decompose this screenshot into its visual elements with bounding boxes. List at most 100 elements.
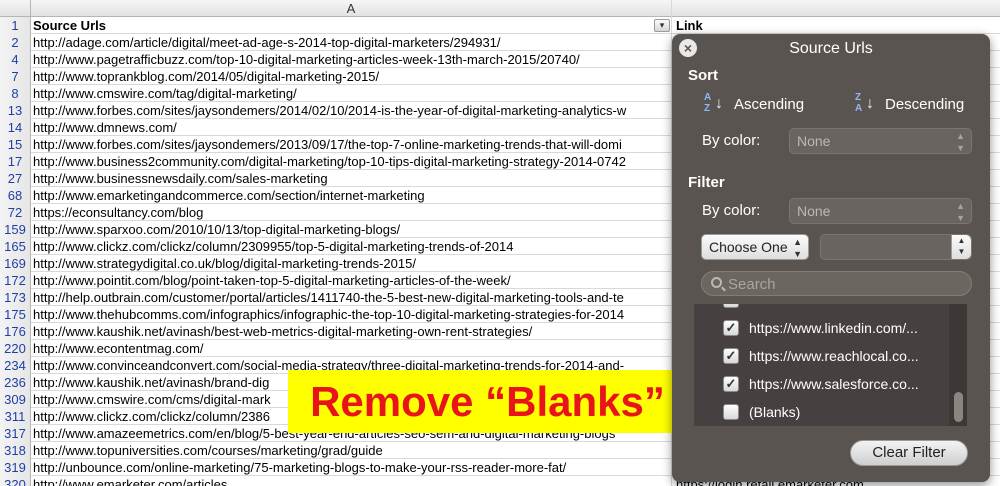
- cell-source-url[interactable]: http://www.pagetrafficbuzz.com/top-10-di…: [33, 51, 671, 68]
- sort-descending-label: Descending: [885, 95, 965, 113]
- cell-source-url[interactable]: http://www.cmswire.com/tag/digital-marke…: [33, 85, 671, 102]
- checkbox[interactable]: ✓: [723, 320, 739, 336]
- cell-source-url[interactable]: http://www.pointit.com/blog/point-taken-…: [33, 272, 671, 289]
- filter-by-color-value: None: [797, 203, 831, 219]
- filter-by-color-select[interactable]: None ▲ ▼: [789, 198, 972, 224]
- filter-popover: × Source Urls Sort A Z ↓ Ascending Z A ↓ Des…: [672, 34, 990, 482]
- remove-blanks-callout: Remove “Blanks”: [288, 370, 687, 433]
- checkbox[interactable]: ✓: [723, 376, 739, 392]
- row-number[interactable]: 165: [0, 238, 31, 255]
- row-number[interactable]: 13: [0, 102, 31, 119]
- row-number[interactable]: 15: [0, 136, 31, 153]
- cell-source-url[interactable]: http://www.emarketingandcommerce.com/sec…: [33, 187, 671, 204]
- row-number[interactable]: 311: [0, 408, 31, 425]
- sort-by-color-value: None: [797, 133, 831, 149]
- cell-source-url[interactable]: http://www.toprankblog.com/2014/05/digit…: [33, 68, 671, 85]
- row-number[interactable]: 173: [0, 289, 31, 306]
- chevron-updown-icon: ▲ ▼: [793, 237, 802, 259]
- search-box[interactable]: [701, 271, 972, 296]
- row-number[interactable]: 234: [0, 357, 31, 374]
- row-number[interactable]: 169: [0, 255, 31, 272]
- row-number[interactable]: 7: [0, 68, 31, 85]
- row-number[interactable]: 172: [0, 272, 31, 289]
- row-number[interactable]: 320: [0, 476, 31, 486]
- scrollbar-thumb[interactable]: [954, 392, 963, 422]
- list-item-label: https://www.linkedin.com/...: [749, 320, 918, 336]
- row-number[interactable]: 1: [0, 17, 31, 34]
- sort-by-color-label: By color:: [702, 132, 761, 149]
- filter-by-color-label: By color:: [702, 202, 761, 219]
- list-item[interactable]: ✓ https://www.reachlocal.co...: [694, 342, 949, 370]
- checkbox[interactable]: [723, 404, 739, 420]
- search-input[interactable]: [728, 274, 963, 294]
- cell-source-url[interactable]: https://econsultancy.com/blog: [33, 204, 671, 221]
- filter-dropdown-button[interactable]: ▾: [654, 19, 670, 32]
- cell-source-url[interactable]: http://www.emarketer.com/articles: [33, 476, 671, 486]
- value-stepper[interactable]: ▲ ▼: [951, 235, 971, 259]
- select-all-corner[interactable]: [0, 0, 31, 17]
- condition-value-field[interactable]: ▲ ▼: [820, 234, 972, 260]
- row-number[interactable]: 17: [0, 153, 31, 170]
- cell-source-url[interactable]: http://www.clickz.com/clickz/column/2309…: [33, 238, 671, 255]
- search-icon: [711, 277, 722, 288]
- clear-filter-button[interactable]: Clear Filter: [850, 440, 968, 466]
- row-number[interactable]: 8: [0, 85, 31, 102]
- checkbox[interactable]: [723, 304, 739, 308]
- cell-source-url[interactable]: http://www.forbes.com/sites/jaysondemers…: [33, 102, 671, 119]
- cell-source-url[interactable]: http://www.sparxoo.com/2010/10/13/top-di…: [33, 221, 671, 238]
- sort-descending-icon: Z A ↓: [855, 92, 874, 114]
- row-number[interactable]: 317: [0, 425, 31, 442]
- sort-ascending-button[interactable]: A Z ↓ Ascending: [704, 92, 804, 116]
- condition-select-value: Choose One: [709, 239, 788, 255]
- list-item[interactable]: ✓ https://www.salesforce.co...: [694, 370, 949, 398]
- column-header-a[interactable]: A: [31, 0, 672, 17]
- sort-descending-button[interactable]: Z A ↓ Descending: [855, 92, 964, 116]
- row-number[interactable]: 14: [0, 119, 31, 136]
- list-item-label: https://www.salesforce.co...: [749, 376, 919, 392]
- cell-source-url[interactable]: http://www.dmnews.com/: [33, 119, 671, 136]
- row-number[interactable]: 4: [0, 51, 31, 68]
- cell-source-url[interactable]: http://unbounce.com/online-marketing/75-…: [33, 459, 671, 476]
- cell-source-url[interactable]: http://www.forbes.com/sites/jaysondemers…: [33, 136, 671, 153]
- sort-ascending-icon: A Z ↓: [704, 92, 723, 114]
- row-number[interactable]: 319: [0, 459, 31, 476]
- cell-source-url[interactable]: http://www.topuniversities.com/courses/m…: [33, 442, 671, 459]
- popover-title: Source Urls: [789, 40, 873, 57]
- row-number[interactable]: 176: [0, 323, 31, 340]
- sort-heading: Sort: [688, 67, 718, 84]
- chevron-updown-icon: ▲ ▼: [956, 131, 965, 153]
- list-item[interactable]: [694, 304, 949, 314]
- list-scrollbar[interactable]: [949, 304, 967, 426]
- row-number[interactable]: 27: [0, 170, 31, 187]
- cell-source-url[interactable]: http://www.thehubcomms.com/infographics/…: [33, 306, 671, 323]
- filter-funnel-icon: ▾: [659, 20, 665, 30]
- cell-source-url[interactable]: http://www.business2community.com/digita…: [33, 153, 671, 170]
- row-number[interactable]: 318: [0, 442, 31, 459]
- row-number[interactable]: 309: [0, 391, 31, 408]
- chevron-updown-icon: ▲ ▼: [956, 201, 965, 223]
- row-number[interactable]: 220: [0, 340, 31, 357]
- cell-source-url[interactable]: http://www.kaushik.net/avinash/best-web-…: [33, 323, 671, 340]
- row-number[interactable]: 236: [0, 374, 31, 391]
- filter-values-list: ✓ https://www.linkedin.com/... ✓ https://ww…: [694, 304, 949, 426]
- row-number[interactable]: 68: [0, 187, 31, 204]
- row-number[interactable]: 72: [0, 204, 31, 221]
- cell-source-url[interactable]: http://www.econtentmag.com/: [33, 340, 671, 357]
- sort-by-color-select[interactable]: None ▲ ▼: [789, 128, 972, 154]
- cell-link-header[interactable]: Link: [676, 17, 1000, 34]
- cell-source-url[interactable]: http://help.outbrain.com/customer/portal…: [33, 289, 671, 306]
- row-number[interactable]: 175: [0, 306, 31, 323]
- list-item-label: (Blanks): [749, 404, 801, 420]
- cell-source-urls-header[interactable]: Source Urls: [33, 17, 671, 34]
- condition-select[interactable]: Choose One ▲ ▼: [701, 234, 809, 260]
- list-item[interactable]: ✓ https://www.linkedin.com/...: [694, 314, 949, 342]
- list-item[interactable]: (Blanks): [694, 398, 949, 426]
- cell-source-url[interactable]: http://www.strategydigital.co.uk/blog/di…: [33, 255, 671, 272]
- row-number[interactable]: 2: [0, 34, 31, 51]
- checkbox[interactable]: ✓: [723, 348, 739, 364]
- cell-source-url[interactable]: http://adage.com/article/digital/meet-ad…: [33, 34, 671, 51]
- row-number[interactable]: 159: [0, 221, 31, 238]
- list-item-label: https://www.reachlocal.co...: [749, 348, 919, 364]
- column-header-b[interactable]: [672, 0, 1000, 17]
- cell-source-url[interactable]: http://www.businessnewsdaily.com/sales-m…: [33, 170, 671, 187]
